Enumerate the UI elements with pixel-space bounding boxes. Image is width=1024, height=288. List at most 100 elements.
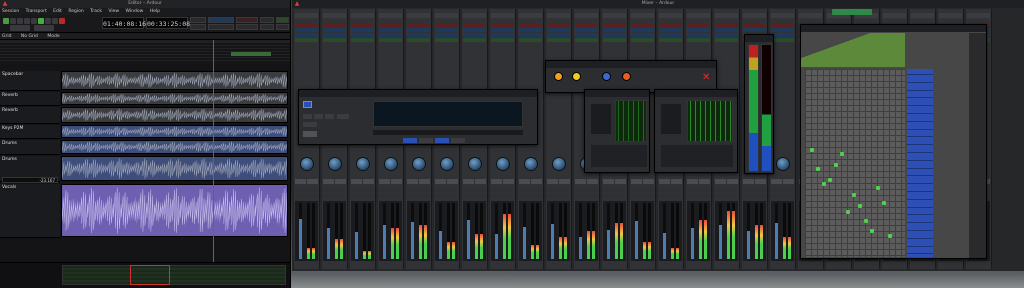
- input-button[interactable]: [575, 187, 598, 192]
- mute-button[interactable]: [323, 179, 334, 184]
- gain-entry[interactable]: [603, 194, 626, 199]
- loop-button[interactable]: [3, 18, 9, 24]
- pan-knob[interactable]: [300, 157, 314, 171]
- connection-dot[interactable]: [828, 178, 832, 183]
- plugin-slot[interactable]: [491, 38, 514, 42]
- knob-3[interactable]: [602, 72, 611, 81]
- bypass-button[interactable]: [303, 101, 312, 108]
- plugin-slot[interactable]: [743, 23, 766, 27]
- port-row-label[interactable]: [907, 194, 933, 200]
- band-button-2[interactable]: [419, 138, 433, 143]
- connection-grid[interactable]: [805, 69, 905, 257]
- plugin-slot[interactable]: [603, 28, 626, 32]
- strip-name[interactable]: [911, 13, 934, 18]
- plugin-slot[interactable]: [351, 38, 374, 42]
- band-button-1[interactable]: [403, 138, 417, 143]
- pan-knob[interactable]: [552, 157, 566, 171]
- fader-panel[interactable]: [661, 104, 681, 134]
- plugin-slot[interactable]: [715, 33, 738, 37]
- end-button[interactable]: [31, 18, 37, 24]
- plugin-slot[interactable]: [547, 33, 570, 37]
- mute-button[interactable]: [351, 179, 362, 184]
- mixer-active-tab[interactable]: [832, 9, 872, 15]
- plugin-slot[interactable]: [295, 28, 318, 32]
- plugin-slot[interactable]: [379, 38, 402, 42]
- track-name[interactable]: Drums: [2, 141, 17, 146]
- mode-button-b[interactable]: [314, 114, 323, 119]
- connection-dot[interactable]: [840, 151, 844, 156]
- solo-button[interactable]: [727, 179, 738, 184]
- plugin-slot[interactable]: [491, 28, 514, 32]
- band-button-4[interactable]: [451, 138, 465, 143]
- plugin-slot[interactable]: [771, 28, 794, 32]
- gain-fader[interactable]: [495, 203, 498, 259]
- gain-fader[interactable]: [327, 203, 330, 259]
- mute-button[interactable]: [491, 179, 502, 184]
- port-row-label[interactable]: [907, 170, 933, 177]
- stop-button[interactable]: [45, 18, 51, 24]
- strip-name[interactable]: [603, 13, 626, 18]
- plugin-slot[interactable]: [435, 33, 458, 37]
- pan-knob[interactable]: [776, 157, 790, 171]
- controls-panel[interactable]: [661, 145, 733, 167]
- gain-readout[interactable]: -23.167: [2, 177, 58, 183]
- menu-window[interactable]: Window: [126, 9, 144, 14]
- plugin-slot[interactable]: [323, 38, 346, 42]
- audio-region[interactable]: [61, 156, 288, 181]
- input-button[interactable]: [631, 187, 654, 192]
- mute-button[interactable]: [407, 179, 418, 184]
- playhead[interactable]: [213, 40, 214, 262]
- pan-knob[interactable]: [412, 157, 426, 171]
- forward-button[interactable]: [17, 18, 23, 24]
- strip-name[interactable]: [687, 13, 710, 18]
- plugin-slot[interactable]: [463, 23, 486, 27]
- gain-entry[interactable]: [771, 194, 794, 199]
- strip-name[interactable]: [659, 13, 682, 18]
- input-button[interactable]: [687, 187, 710, 192]
- mode-button-c[interactable]: [325, 114, 334, 119]
- menu-view[interactable]: View: [108, 9, 119, 14]
- track-name[interactable]: Reverb: [2, 93, 18, 98]
- plugin-slot[interactable]: [463, 28, 486, 32]
- secondary-clock[interactable]: 00:33:25:08: [146, 17, 190, 29]
- plugin-slot[interactable]: [547, 23, 570, 27]
- plugin-slot[interactable]: [407, 23, 430, 27]
- input-button[interactable]: [771, 187, 794, 192]
- gain-fader[interactable]: [411, 203, 414, 259]
- port-row-label[interactable]: [907, 186, 933, 192]
- plugin-slot[interactable]: [491, 33, 514, 37]
- port-row-label[interactable]: [907, 163, 933, 169]
- input-button[interactable]: [323, 187, 346, 192]
- plugin-slot[interactable]: [323, 28, 346, 32]
- mute-button[interactable]: [295, 179, 306, 184]
- plugin-slot[interactable]: [519, 28, 542, 32]
- summary-pane[interactable]: [0, 262, 290, 288]
- solo-button[interactable]: [335, 179, 346, 184]
- connection-dot[interactable]: [822, 181, 826, 186]
- mute-button[interactable]: [575, 179, 586, 184]
- port-row-label[interactable]: [907, 131, 933, 138]
- track-name[interactable]: Vocals: [2, 185, 16, 190]
- pan-knob[interactable]: [496, 157, 510, 171]
- gain-entry[interactable]: [715, 194, 738, 199]
- pan-knob[interactable]: [468, 157, 482, 171]
- controls-panel[interactable]: [591, 145, 647, 167]
- port-row-label[interactable]: [907, 233, 933, 239]
- strip-name[interactable]: [883, 13, 906, 18]
- plugin-slot[interactable]: [323, 23, 346, 27]
- gain-entry[interactable]: [631, 194, 654, 199]
- gain-fader[interactable]: [523, 203, 526, 259]
- gain-entry[interactable]: [463, 194, 486, 199]
- track-header[interactable]: Reverb: [0, 107, 60, 124]
- nudge-box-1[interactable]: [190, 17, 206, 23]
- plugin-slot[interactable]: [771, 23, 794, 27]
- solo-button[interactable]: [503, 179, 514, 184]
- pan-knob[interactable]: [328, 157, 342, 171]
- solo-button[interactable]: [307, 179, 318, 184]
- start-button[interactable]: [24, 18, 30, 24]
- gain-fader[interactable]: [383, 203, 386, 259]
- port-row-label[interactable]: [907, 209, 933, 216]
- strip-name[interactable]: [939, 13, 962, 18]
- strip-name[interactable]: [435, 13, 458, 18]
- summary-overview[interactable]: [62, 265, 286, 285]
